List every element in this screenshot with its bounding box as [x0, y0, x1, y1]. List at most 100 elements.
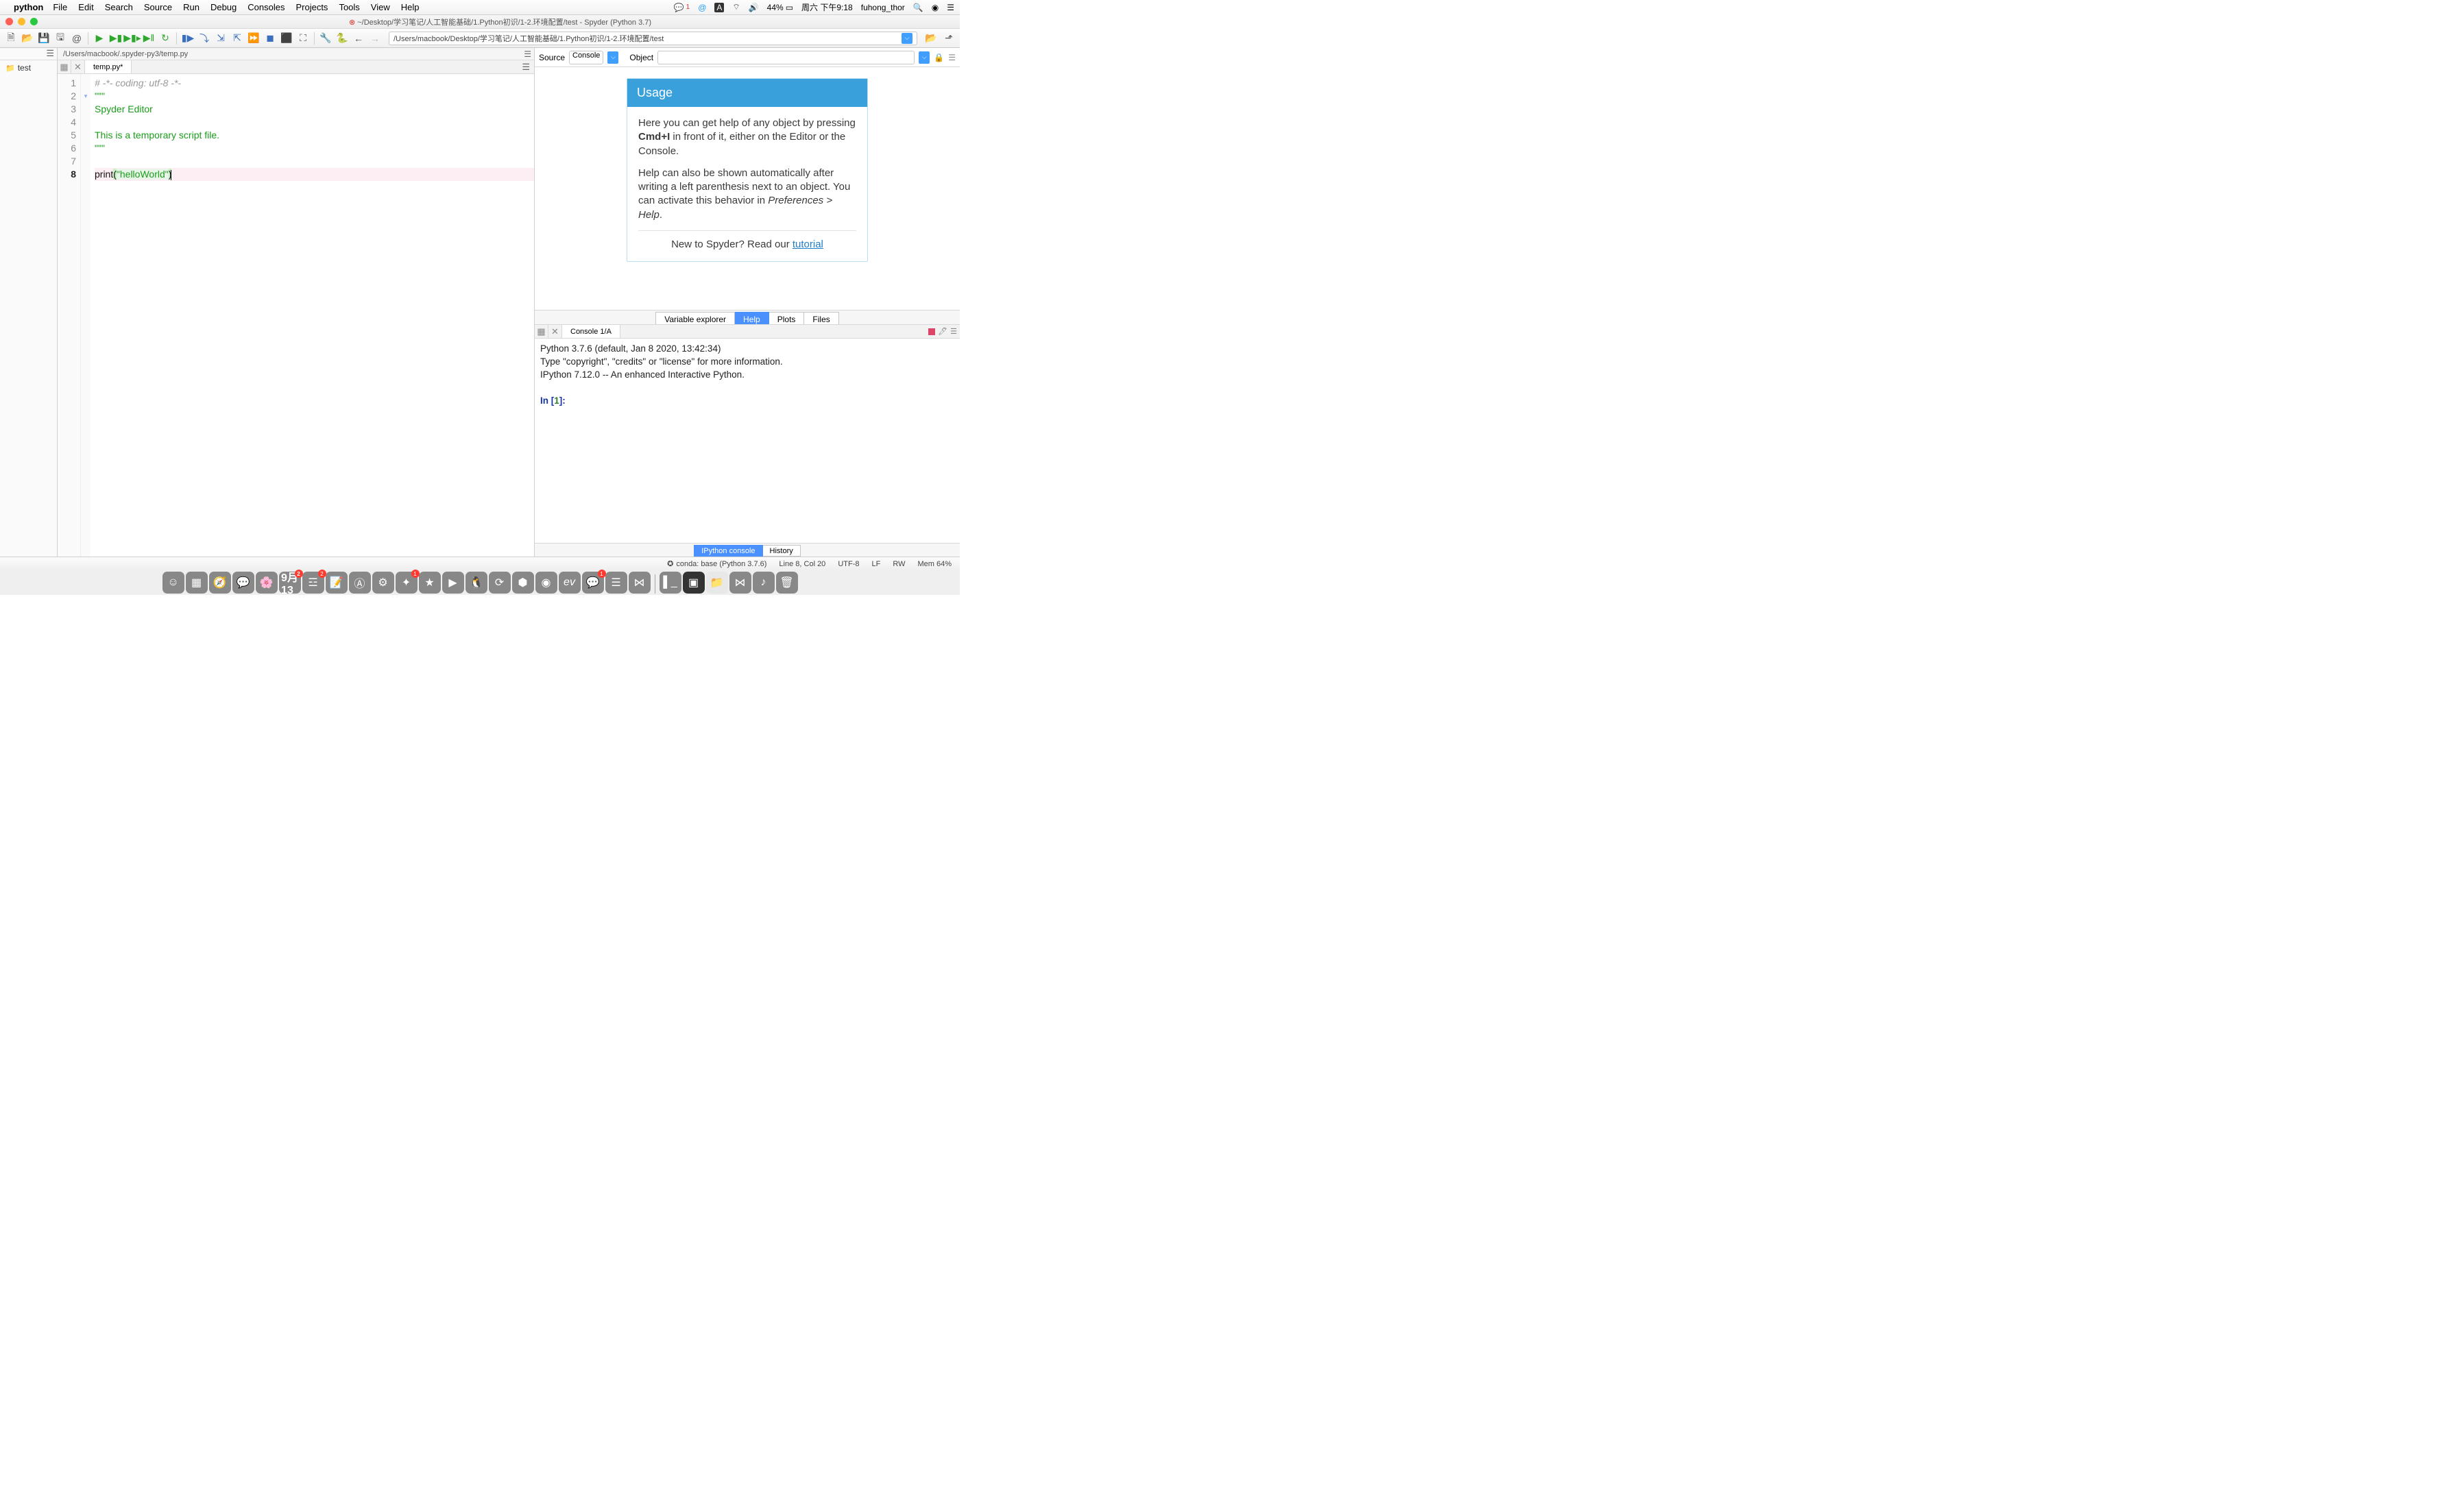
close-icon[interactable] [5, 18, 13, 25]
wifi-icon[interactable]: ⌔ [732, 2, 740, 12]
dock-app-red-icon[interactable]: ⬢ [512, 572, 534, 594]
menu-file[interactable]: File [53, 2, 67, 12]
rerun-icon[interactable]: ↻ [158, 32, 172, 45]
dock-vscode-icon[interactable]: ⋈ [629, 572, 651, 594]
dock-folder-icon[interactable]: 📁 [706, 572, 728, 594]
object-dropdown-icon[interactable]: ⌵ [919, 51, 930, 64]
new-file-icon[interactable]: 🗎 [4, 32, 18, 45]
maximize-icon[interactable] [30, 18, 38, 25]
run-icon[interactable]: ▶ [93, 32, 106, 45]
working-dir-dropdown[interactable]: /Users/macbook/Desktop/学习笔记/人工智能基础/1.Pyt… [389, 32, 917, 45]
at-icon[interactable]: @ [70, 32, 84, 45]
dock-share-icon[interactable]: ▶ [442, 572, 464, 594]
menu-projects[interactable]: Projects [295, 2, 328, 12]
source-dropdown-icon[interactable]: ⌵ [607, 51, 618, 64]
console-close-tab-icon[interactable]: ✕ [548, 325, 562, 338]
tab-variable-explorer[interactable]: Variable explorer [655, 312, 735, 324]
save-all-icon[interactable]: 🖫 [53, 32, 67, 45]
ipython-console[interactable]: Python 3.7.6 (default, Jan 8 2020, 13:42… [535, 339, 960, 543]
console-options-icon[interactable]: ☰ [950, 327, 957, 336]
open-file-icon[interactable]: 📂 [21, 32, 34, 45]
minimize-icon[interactable] [18, 18, 25, 25]
object-input[interactable] [657, 51, 915, 64]
back-icon[interactable]: ← [352, 32, 365, 45]
dock-wechat-icon[interactable]: 💬1 [582, 572, 604, 594]
close-tab-icon[interactable]: ✕ [71, 60, 85, 73]
pythonpath-icon[interactable]: 🐍 [335, 32, 349, 45]
at-status-icon[interactable]: @ [698, 3, 706, 12]
tab-ipython-console[interactable]: IPython console [694, 545, 762, 557]
dock-safari-icon[interactable]: 🧭 [209, 572, 231, 594]
parent-dir-icon[interactable]: ⬏ [942, 32, 956, 45]
tab-plots[interactable]: Plots [769, 312, 805, 324]
step-icon[interactable]: ⤵ [197, 32, 211, 45]
chevron-down-icon[interactable]: ⌵ [902, 33, 912, 44]
source-select[interactable]: Console [569, 51, 603, 64]
app-name[interactable]: python [14, 2, 43, 12]
dock-settings-icon[interactable]: ⚙ [372, 572, 394, 594]
editor-tab-temp[interactable]: temp.py* [85, 60, 132, 73]
dock-qq-icon[interactable]: 🐧 [466, 572, 487, 594]
dock-notes-icon[interactable]: 📝 [326, 572, 348, 594]
dock-messages-icon[interactable]: 💬 [232, 572, 254, 594]
lock-icon[interactable]: 🔒 [934, 53, 944, 62]
tutorial-link[interactable]: tutorial [793, 239, 823, 250]
status-encoding[interactable]: UTF-8 [838, 560, 859, 568]
datetime[interactable]: 周六 下午9:18 [801, 1, 853, 13]
username[interactable]: fuhong_thor [861, 3, 905, 12]
editor-tab-options-icon[interactable]: ☰ [518, 60, 534, 73]
dock-app-purple2-icon[interactable]: ★ [419, 572, 441, 594]
menu-view[interactable]: View [371, 2, 390, 12]
project-root[interactable]: test [0, 60, 57, 75]
spotlight-icon[interactable]: 🔍 [913, 3, 923, 12]
dock-app-dark-icon[interactable]: ▣ [683, 572, 705, 594]
dock-vscode2-icon[interactable]: ⋈ [729, 572, 751, 594]
menu-tools[interactable]: Tools [339, 2, 359, 12]
console-remove-icon[interactable]: 🖊 [938, 327, 947, 336]
dock-reminders-icon[interactable]: ☲2 [302, 572, 324, 594]
continue-icon[interactable]: ⏩ [247, 32, 261, 45]
dock-calendar-icon[interactable]: 9月132 [279, 572, 301, 594]
input-source-icon[interactable]: A [714, 3, 724, 12]
maximize-pane-icon[interactable]: ⛶ [296, 32, 310, 45]
editor-options-icon[interactable]: ☰ [524, 49, 531, 59]
help-options-icon[interactable]: ☰ [948, 53, 956, 62]
run-cell-icon[interactable]: ▶▮ [109, 32, 123, 45]
stop-icon[interactable]: ⬛ [280, 32, 293, 45]
notification-center-icon[interactable]: ☰ [947, 3, 954, 12]
code-editor[interactable]: 1234 567 8 ▾ # -*- coding: utf-8 -*- """… [58, 74, 534, 557]
menu-debug[interactable]: Debug [210, 2, 237, 12]
dock-chrome-icon[interactable]: ◉ [535, 572, 557, 594]
fold-column[interactable]: ▾ [81, 74, 90, 557]
dock-launchpad-icon[interactable]: ▦ [186, 572, 208, 594]
menu-edit[interactable]: Edit [78, 2, 93, 12]
battery-status[interactable]: 44% ▭ [767, 3, 793, 12]
menu-help[interactable]: Help [401, 2, 420, 12]
console-tab-list-icon[interactable]: ▦ [535, 325, 548, 338]
tab-history[interactable]: History [763, 545, 801, 557]
dock-app-orange-icon[interactable]: ☰ [605, 572, 627, 594]
tab-files[interactable]: Files [804, 312, 838, 324]
project-pane-menu-icon[interactable]: ☰ [0, 48, 57, 60]
dock-photos-icon[interactable]: 🌸 [256, 572, 278, 594]
step-out-icon[interactable]: ⇱ [230, 32, 244, 45]
step-in-icon[interactable]: ⇲ [214, 32, 228, 45]
console-tab[interactable]: Console 1/A [562, 325, 620, 338]
dock-trash-icon[interactable]: 🗑 [776, 572, 798, 594]
stop-debug-icon[interactable]: ◼ [263, 32, 277, 45]
dock-app-teal-icon[interactable]: ⟳ [489, 572, 511, 594]
dock-terminal-icon[interactable]: ▌_ [660, 572, 681, 594]
dock-app-purple-icon[interactable]: ✦1 [396, 572, 418, 594]
forward-icon[interactable]: → [368, 32, 382, 45]
menu-source[interactable]: Source [144, 2, 172, 12]
kernel-interrupt-icon[interactable] [928, 328, 935, 335]
tab-list-icon[interactable]: ▦ [58, 60, 71, 73]
console-prompt[interactable]: In [1]: [540, 395, 954, 408]
menu-run[interactable]: Run [183, 2, 200, 12]
code-area[interactable]: # -*- coding: utf-8 -*- """ Spyder Edito… [90, 74, 534, 557]
menu-search[interactable]: Search [105, 2, 133, 12]
dock-appstore-icon[interactable]: Ⓐ [349, 572, 371, 594]
status-conda[interactable]: ✪ conda: base (Python 3.7.6) [667, 559, 766, 568]
save-icon[interactable]: 💾 [37, 32, 51, 45]
preferences-icon[interactable]: 🔧 [319, 32, 333, 45]
